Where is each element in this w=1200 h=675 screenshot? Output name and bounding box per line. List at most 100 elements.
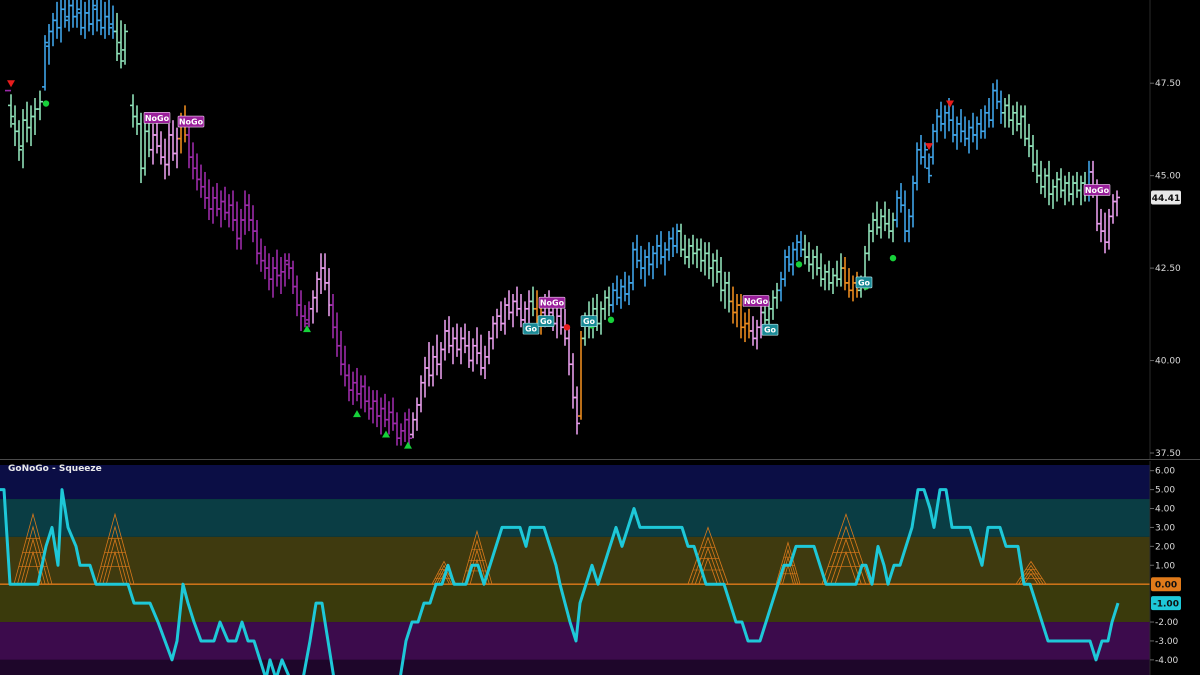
price-bar	[426, 342, 432, 387]
price-bars	[5, 0, 1120, 446]
nogo-label: NoGo	[538, 296, 566, 309]
price-bar	[666, 231, 672, 261]
price-bar	[714, 249, 720, 283]
chart-stage: NoGo NoGo NoGo Go Go Go NoGo Go Go NoGo 37.50 40.0…	[0, 0, 1200, 675]
price-bar	[430, 345, 436, 387]
go-label: Go	[855, 276, 873, 289]
price-bar	[58, 0, 64, 43]
price-bar	[1010, 105, 1016, 135]
price-tick-label: 42.50	[1155, 264, 1181, 274]
price-bar	[298, 290, 304, 331]
price-bar	[302, 305, 308, 328]
go-dot	[889, 254, 897, 262]
price-bar	[278, 257, 284, 294]
price-bar	[226, 194, 232, 228]
price-bar	[1066, 171, 1072, 202]
price-bar	[950, 105, 956, 143]
price-bar	[262, 245, 268, 280]
price-bar	[518, 293, 524, 328]
price-bar	[782, 249, 788, 287]
price-bar	[814, 245, 820, 276]
price-tick-label: 37.50	[1155, 449, 1181, 459]
price-bar	[230, 190, 236, 232]
price-bar	[982, 105, 988, 139]
price-bar	[46, 24, 52, 65]
go-triangle-up	[404, 441, 412, 449]
price-bar	[554, 305, 560, 339]
price-bar	[802, 234, 808, 265]
price-bar	[690, 234, 696, 265]
price-bar	[918, 134, 924, 165]
price-bar	[902, 190, 908, 243]
go-label: Go	[522, 322, 540, 335]
price-bar	[1030, 134, 1036, 172]
price-bar	[870, 212, 876, 243]
price-bar	[622, 271, 628, 302]
price-bar	[846, 268, 852, 298]
price-bar	[530, 286, 536, 317]
price-bar	[742, 312, 748, 343]
price-bar	[646, 242, 652, 276]
price-bar	[362, 375, 368, 413]
price-bar	[894, 190, 900, 228]
price-bar	[970, 112, 976, 143]
go-dot	[795, 261, 803, 268]
zero-badge: 0.00	[1151, 577, 1181, 592]
price-bar	[410, 412, 416, 439]
go-label: Go	[580, 315, 598, 328]
label-text: Go	[858, 278, 871, 287]
price-bar	[24, 101, 30, 143]
price-bar	[674, 223, 680, 254]
price-bar	[242, 190, 248, 235]
price-bar	[462, 323, 468, 354]
price-tick-label: 45.00	[1155, 172, 1181, 182]
go-dot	[607, 316, 615, 324]
price-bar	[37, 90, 43, 121]
price-bar	[190, 142, 196, 180]
price-bar	[1014, 101, 1020, 132]
price-bar	[330, 293, 336, 339]
price-bar	[502, 297, 508, 335]
price-bar	[470, 338, 476, 372]
go-label: Go	[537, 315, 555, 328]
squeeze-band	[0, 499, 1150, 537]
nogo-triangle-down	[7, 80, 15, 88]
price-bar	[750, 316, 756, 346]
price-bar	[70, 0, 76, 28]
price-bar	[662, 242, 668, 276]
price-bar	[62, 0, 68, 28]
price-bar	[818, 253, 824, 287]
price-bar	[650, 245, 656, 280]
price-bar	[706, 242, 712, 280]
price-bar	[294, 275, 300, 317]
price-bar	[394, 412, 400, 446]
price-bar	[978, 109, 984, 139]
price-bar	[878, 208, 884, 239]
price-bar	[318, 253, 324, 294]
price-bar	[8, 94, 14, 128]
price-bar	[406, 408, 412, 446]
price-bar	[718, 257, 724, 302]
price-bar	[222, 186, 228, 221]
price-bar	[16, 120, 22, 161]
price-bar	[266, 253, 272, 291]
price-bar	[798, 231, 804, 258]
price-bar	[270, 257, 276, 298]
price-bar	[1058, 168, 1064, 198]
go-triangle-up	[353, 410, 361, 418]
indicator-tick-label: -4.00	[1155, 656, 1179, 666]
price-bar	[822, 264, 828, 291]
price-bar	[78, 0, 84, 36]
nogo-label: NoGo	[143, 112, 171, 124]
price-bar	[570, 353, 576, 409]
price-bar	[28, 105, 34, 147]
price-bar	[106, 0, 112, 36]
indicator-tick-label: -2.00	[1155, 618, 1179, 628]
price-bar	[702, 242, 708, 276]
current-value-badge: -1.00	[1151, 596, 1181, 611]
price-bar	[466, 330, 472, 368]
price-bar	[974, 116, 980, 150]
price-bar	[42, 35, 48, 91]
price-bar	[890, 212, 896, 243]
price-bar	[114, 12, 120, 62]
